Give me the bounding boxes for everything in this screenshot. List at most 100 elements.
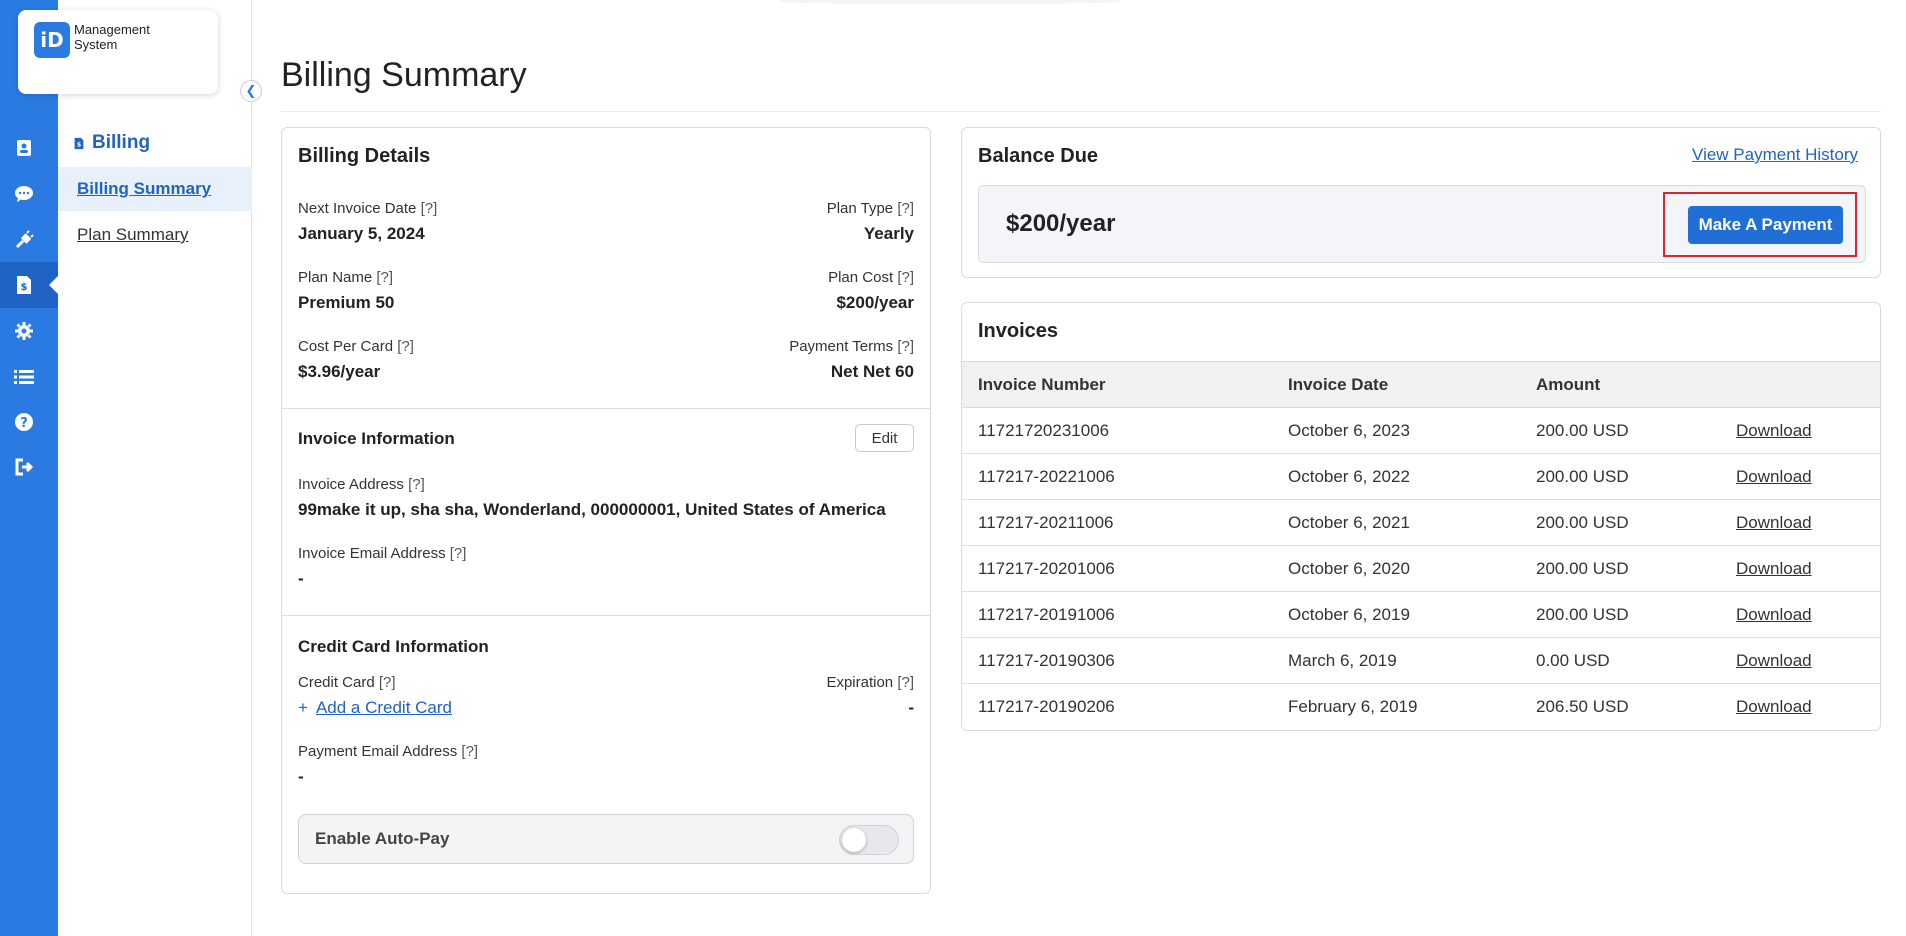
download-cell: Download [1720, 545, 1880, 592]
top-shadow [780, 0, 1120, 4]
icon-rail: $ ? [0, 0, 58, 936]
download-cell: Download [1720, 637, 1880, 684]
plus-icon: + [298, 698, 308, 717]
autopay-toggle[interactable] [839, 825, 899, 855]
add-credit-card-label: Add a Credit Card [315, 698, 453, 717]
help-hint[interactable]: [?] [461, 743, 478, 760]
balance-due-title: Balance Due [978, 145, 1099, 167]
download-cell: Download [1720, 684, 1880, 730]
help-hint[interactable]: [?] [897, 269, 914, 286]
subnav-item-billing-summary[interactable]: Billing Summary [58, 167, 252, 211]
help-hint[interactable]: [?] [376, 269, 393, 286]
payment-email-value: - [298, 767, 304, 786]
column-header-actions [1720, 361, 1880, 408]
download-link[interactable]: Download [1736, 559, 1812, 578]
cost-per-card-value: $3.96/year [298, 362, 381, 381]
list-icon[interactable] [13, 366, 35, 388]
plan-name-value: Premium 50 [298, 293, 395, 312]
download-cell: Download [1720, 591, 1880, 638]
invoice-date-cell: October 6, 2022 [1272, 453, 1520, 500]
contact-card-icon[interactable] [13, 137, 35, 159]
column-header-amount: Amount [1520, 361, 1720, 408]
plan-name-label: Plan Name [?] [298, 269, 394, 286]
column-header-invoice-number: Invoice Number [962, 361, 1272, 408]
payment-email-label: Payment Email Address [?] [298, 743, 479, 760]
invoice-number-cell: 117217-20211006 [962, 499, 1272, 546]
balance-box: $200/year Make A Payment [978, 185, 1866, 263]
download-link[interactable]: Download [1736, 651, 1812, 670]
logout-icon[interactable] [13, 456, 35, 478]
payment-terms-value: Net Net 60 [830, 362, 914, 381]
billing-details-card: Billing Details Next Invoice Date [?] Ja… [281, 127, 931, 894]
download-link[interactable]: Download [1736, 513, 1812, 532]
help-hint[interactable]: [?] [897, 200, 914, 217]
invoice-email-value: - [298, 569, 304, 588]
download-link[interactable]: Download [1736, 605, 1812, 624]
subnav-item-plan-summary[interactable]: Plan Summary [58, 213, 252, 257]
chevron-left-icon: ❮ [245, 83, 257, 98]
view-payment-history-link[interactable]: View Payment History [1692, 145, 1858, 165]
svg-text:?: ? [20, 416, 28, 431]
help-hint[interactable]: [?] [897, 338, 914, 355]
help-hint[interactable]: [?] [897, 674, 914, 691]
download-link[interactable]: Download [1736, 421, 1812, 440]
invoice-number-cell: 117217-20201006 [962, 545, 1272, 592]
invoices-card: Invoices Invoice Number Invoice Date Amo… [961, 302, 1881, 731]
balance-amount: $200/year [1006, 210, 1116, 237]
invoice-amount-cell: 200.00 USD [1520, 545, 1720, 592]
collapse-sidebar-button[interactable]: ❮ [240, 80, 262, 102]
make-a-payment-button[interactable]: Make A Payment [1688, 206, 1843, 244]
table-row: 11721720231006 October 6, 2023 200.00 USD D… [962, 407, 1880, 454]
toggle-knob [842, 828, 866, 852]
download-link[interactable]: Download [1736, 697, 1812, 716]
invoice-address-label: Invoice Address [?] [298, 476, 425, 493]
help-hint[interactable]: [?] [450, 545, 467, 562]
help-hint[interactable]: [?] [379, 674, 396, 691]
plan-cost-label: Plan Cost [?] [828, 269, 914, 286]
invoice-email-label: Invoice Email Address [?] [298, 545, 467, 562]
plan-type-label: Plan Type [?] [826, 200, 914, 217]
billing-document-icon[interactable]: $ [13, 274, 35, 296]
help-hint[interactable]: [?] [397, 338, 414, 355]
table-row: 117217-20221006 October 6, 2022 200.00 USD… [962, 453, 1880, 500]
plan-type-value: Yearly [863, 224, 914, 243]
add-credit-card-link[interactable]: + Add a Credit Card [298, 698, 452, 718]
autopay-row: Enable Auto-Pay [298, 814, 914, 864]
chat-icon[interactable] [13, 183, 35, 205]
help-icon[interactable]: ? [13, 411, 35, 433]
expiration-label: Expiration [?] [826, 674, 914, 691]
help-hint[interactable]: [?] [408, 476, 425, 493]
invoices-title: Invoices [978, 320, 1059, 342]
plugin-icon[interactable] [13, 229, 35, 251]
invoice-number-cell: 11721720231006 [962, 407, 1272, 454]
title-divider [281, 111, 1881, 112]
download-cell: Download [1720, 499, 1880, 546]
invoice-number-cell: 117217-20191006 [962, 591, 1272, 638]
billing-details-title: Billing Details [298, 145, 431, 167]
download-link[interactable]: Download [1736, 467, 1812, 486]
help-hint[interactable]: [?] [421, 200, 438, 217]
credit-card-information-title: Credit Card Information [298, 637, 489, 656]
invoices-table: Invoice Number Invoice Date Amount 11721… [962, 361, 1880, 730]
credit-card-label: Credit Card [?] [298, 674, 396, 691]
edit-invoice-button[interactable]: Edit [855, 424, 914, 452]
invoice-address-value: 99make it up, sha sha, Wonderland, 00000… [298, 500, 886, 519]
expiration-value: - [908, 698, 914, 717]
table-row: 117217-20190306 March 6, 2019 0.00 USD Down… [962, 637, 1880, 684]
settings-gear-icon[interactable] [13, 320, 35, 342]
table-row: 117217-20190206 February 6, 2019 206.50 US… [962, 684, 1880, 730]
column-header-invoice-date: Invoice Date [1272, 361, 1520, 408]
invoice-number-cell: 117217-20190306 [962, 637, 1272, 684]
invoice-date-cell: October 6, 2019 [1272, 591, 1520, 638]
section-divider [282, 615, 930, 616]
subnav-heading-label: Billing [92, 132, 151, 153]
cost-per-card-label: Cost Per Card [?] [298, 338, 414, 355]
invoice-amount-cell: 200.00 USD [1520, 499, 1720, 546]
next-invoice-date-label: Next Invoice Date [?] [298, 200, 438, 217]
invoice-information-title: Invoice Information [298, 429, 455, 448]
invoice-date-cell: October 6, 2020 [1272, 545, 1520, 592]
invoice-date-cell: October 6, 2021 [1272, 499, 1520, 546]
billing-document-icon: $ [74, 137, 84, 149]
plan-cost-value: $200/year [836, 293, 914, 312]
table-header-row: Invoice Number Invoice Date Amount [962, 361, 1880, 408]
